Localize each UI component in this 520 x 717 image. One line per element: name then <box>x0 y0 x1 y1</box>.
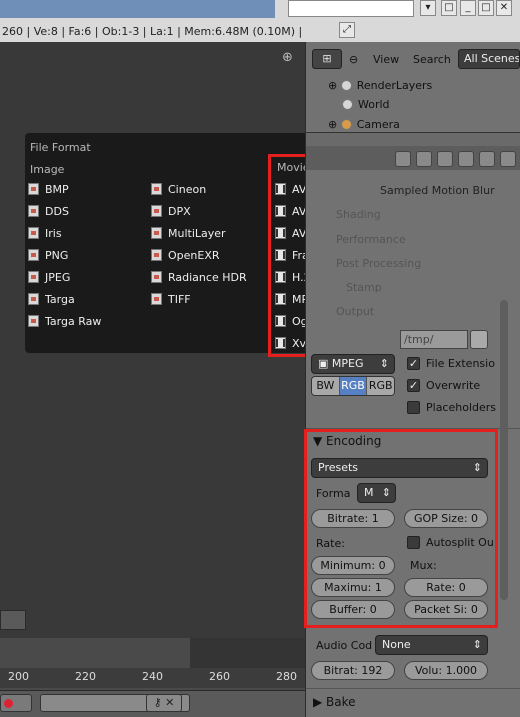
scope-dropdown[interactable]: All Scenes <box>458 49 520 69</box>
info-stats: 260 | Ve:8 | Fa:6 | Ob:1-3 | La:1 | Mem:… <box>2 25 305 38</box>
image-icon <box>151 205 162 217</box>
timeline-tick: 260 <box>209 670 230 683</box>
renderlayers-icon <box>340 80 352 91</box>
performance-panel[interactable]: Performance <box>336 233 406 246</box>
chevron-up-down-icon: ⇕ <box>472 638 482 651</box>
world-tab-icon[interactable] <box>395 151 411 167</box>
title-bar <box>0 0 275 18</box>
film-icon: ▣ <box>318 357 332 370</box>
search-menu[interactable]: Search <box>413 53 451 66</box>
image-col2: Cineon DPX MultiLayer OpenEXR Radiance H… <box>151 179 271 311</box>
format-item[interactable]: Targa Raw <box>28 311 148 333</box>
image-icon <box>151 249 162 261</box>
format-item[interactable]: MultiLayer <box>151 223 271 245</box>
format-item[interactable]: PNG <box>28 245 148 267</box>
audio-codec-dropdown[interactable]: None ⇕ <box>375 635 488 655</box>
record-button[interactable] <box>0 694 32 712</box>
data-tab-icon[interactable] <box>479 151 495 167</box>
image-icon <box>28 249 39 261</box>
bake-header[interactable]: ▶ Bake <box>313 695 356 709</box>
output-panel[interactable]: Output <box>336 305 374 318</box>
stamp-panel[interactable]: Stamp <box>346 281 382 294</box>
image-icon <box>151 293 162 305</box>
close-icon[interactable]: ✕ <box>496 0 512 16</box>
timeline-tick: 280 <box>276 670 297 683</box>
window-icon[interactable]: □ <box>441 0 457 16</box>
record-icon <box>4 699 13 708</box>
image-icon <box>28 271 39 283</box>
outliner-item[interactable]: ⊕ Camera <box>328 118 400 131</box>
outliner-item[interactable]: ⊕ RenderLayers <box>328 79 432 92</box>
editor-type-menu[interactable]: ⊞ <box>312 49 342 69</box>
chevron-down-icon[interactable]: ▾ <box>420 0 436 16</box>
format-item[interactable]: Targa <box>28 289 148 311</box>
placeholders-checkbox[interactable] <box>407 401 420 414</box>
modifiers-tab-icon[interactable] <box>458 151 474 167</box>
resize-icon[interactable]: ⤢ <box>339 22 355 38</box>
top-search-field[interactable] <box>288 0 414 17</box>
constraints-tab-icon[interactable] <box>437 151 453 167</box>
audio-codec-label: Audio Cod <box>316 639 373 652</box>
key-buttons[interactable]: ⚷ ✕ <box>146 694 182 712</box>
rgb-button[interactable]: RGB <box>339 377 368 395</box>
image-icon <box>28 205 39 217</box>
folder-icon[interactable] <box>470 330 488 349</box>
bw-button[interactable]: BW <box>312 377 340 395</box>
format-item[interactable]: Cineon <box>151 179 271 201</box>
image-icon <box>28 183 39 195</box>
file-extensions-checkbox[interactable]: ✓ <box>407 357 420 370</box>
timeline-tick: 240 <box>142 670 163 683</box>
format-item[interactable]: JPEG <box>28 267 148 289</box>
minimize-icon[interactable]: _ <box>460 0 476 16</box>
overwrite-label: Overwrite <box>426 379 481 392</box>
encoding-highlight-box <box>304 429 498 628</box>
format-item[interactable]: DDS <box>28 201 148 223</box>
camera-icon <box>340 119 352 130</box>
format-item[interactable]: DPX <box>151 201 271 223</box>
world-icon <box>342 99 353 110</box>
panel-scrollbar[interactable] <box>500 300 508 600</box>
image-icon <box>28 315 39 327</box>
format-item[interactable]: Iris <box>28 223 148 245</box>
audio-bitrate-field[interactable]: Bitrat: 192 <box>311 661 395 680</box>
overwrite-checkbox[interactable]: ✓ <box>407 379 420 392</box>
timeline-tick: 200 <box>8 670 29 683</box>
rgba-button[interactable]: RGB <box>367 377 394 395</box>
image-icon <box>151 227 162 239</box>
object-tab-icon[interactable] <box>416 151 432 167</box>
post-processing-panel[interactable]: Post Processing <box>336 257 421 270</box>
outliner-item[interactable]: World <box>342 98 390 111</box>
motion-blur-panel[interactable]: Sampled Motion Blur <box>380 184 495 197</box>
image-icon <box>151 183 162 195</box>
timeline-tick: 220 <box>75 670 96 683</box>
audio-volume-field[interactable]: Volu: 1.000 <box>404 661 488 680</box>
color-mode-group: BW RGB RGB <box>311 376 395 396</box>
triangle-right-icon: ▶ <box>313 695 327 709</box>
maximize-icon[interactable]: □ <box>478 0 494 16</box>
chevron-up-down-icon: ⇕ <box>379 357 389 370</box>
timeline-icons[interactable] <box>0 610 26 630</box>
outliner: ⊞ ⊖ View Search All Scenes ⊕ RenderLayer… <box>306 42 520 132</box>
view-menu[interactable]: View <box>373 53 399 66</box>
divider <box>306 688 520 689</box>
plus-icon[interactable]: ⊕ <box>282 51 294 64</box>
shading-panel[interactable]: Shading <box>336 208 381 221</box>
output-path-field[interactable]: /tmp/ <box>400 330 468 349</box>
file-format-dropdown[interactable]: ▣ MPEG ⇕ <box>311 354 395 374</box>
placeholders-label: Placeholders <box>426 401 497 414</box>
popup-title: File Format <box>30 141 91 154</box>
format-item[interactable]: OpenEXR <box>151 245 271 267</box>
image-col1: BMP DDS Iris PNG JPEG Targa Targa Raw <box>28 179 148 333</box>
image-icon <box>151 271 162 283</box>
image-icon <box>28 227 39 239</box>
material-tab-icon[interactable] <box>500 151 516 167</box>
minus-icon[interactable]: ⊖ <box>349 53 358 66</box>
outliner-scrollbar[interactable] <box>306 132 520 146</box>
format-item[interactable]: Radiance HDR <box>151 267 271 289</box>
image-heading: Image <box>30 163 65 176</box>
format-item[interactable]: BMP <box>28 179 148 201</box>
image-icon <box>28 293 39 305</box>
format-item[interactable]: TIFF <box>151 289 271 311</box>
file-extensions-label: File Extensio <box>426 357 495 370</box>
